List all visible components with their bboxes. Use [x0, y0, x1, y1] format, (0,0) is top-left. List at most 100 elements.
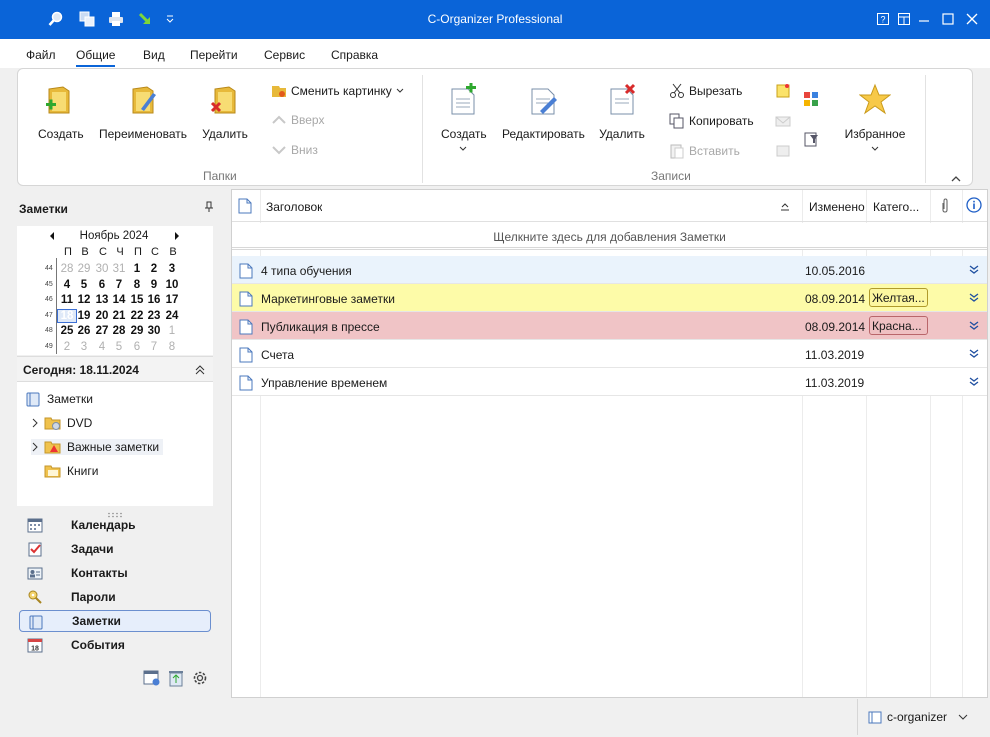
- color-grid-icon[interactable]: [803, 91, 819, 110]
- collapse-ribbon-icon[interactable]: [951, 172, 961, 186]
- menu-go[interactable]: Перейти: [190, 48, 238, 62]
- menu-service[interactable]: Сервис: [264, 48, 305, 62]
- menu-help[interactable]: Справка: [331, 48, 378, 62]
- header-modified[interactable]: Изменено: [809, 200, 865, 214]
- maximize-icon[interactable]: [938, 9, 958, 29]
- calendar-day[interactable]: 7: [145, 341, 163, 353]
- expand-row-icon[interactable]: [969, 293, 979, 303]
- collapse-up-icon[interactable]: [195, 364, 205, 378]
- calendar-day[interactable]: 9: [145, 279, 163, 291]
- calendar-day[interactable]: 29: [128, 325, 146, 337]
- info-icon[interactable]: [966, 197, 982, 216]
- calendar-day[interactable]: 31: [110, 263, 128, 275]
- nav-events[interactable]: 18 События: [19, 634, 211, 656]
- calendar-day[interactable]: 8: [163, 341, 181, 353]
- calendar-day[interactable]: 17: [163, 294, 181, 306]
- calendar-day[interactable]: 26: [75, 325, 93, 337]
- calendar-settings-icon[interactable]: [143, 669, 161, 690]
- nav-calendar[interactable]: Календарь: [19, 514, 211, 536]
- copy-button[interactable]: Копировать: [669, 113, 754, 129]
- note-yellow-icon[interactable]: [775, 83, 791, 102]
- calendar-day[interactable]: 11: [58, 294, 76, 306]
- cut-button[interactable]: Вырезать: [669, 83, 742, 99]
- expand-row-icon[interactable]: [969, 349, 979, 359]
- expand-row-icon[interactable]: [969, 321, 979, 331]
- nav-tasks[interactable]: Задачи: [19, 538, 211, 560]
- calendar-day[interactable]: 14: [110, 294, 128, 306]
- pin-icon[interactable]: [205, 201, 213, 216]
- calendar-day[interactable]: 10: [163, 279, 181, 291]
- nav-passwords[interactable]: Пароли: [19, 586, 211, 608]
- tree-item-important[interactable]: Важные заметки: [31, 439, 164, 455]
- expand-row-icon[interactable]: [969, 377, 979, 387]
- change-picture-button[interactable]: Сменить картинку: [271, 83, 404, 99]
- table-row[interactable]: Управление временем 11.03.2019: [232, 368, 987, 396]
- chevron-right-icon[interactable]: [31, 418, 39, 428]
- calendar-day[interactable]: 28: [110, 325, 128, 337]
- header-category[interactable]: Катего...: [873, 200, 929, 214]
- calendar-day[interactable]: 4: [93, 341, 111, 353]
- calendar-day[interactable]: 30: [145, 325, 163, 337]
- move-down-button[interactable]: Вниз: [271, 143, 318, 157]
- mail-disabled-icon[interactable]: [775, 113, 791, 132]
- document-icon[interactable]: [238, 198, 252, 217]
- menu-general[interactable]: Общие: [76, 48, 116, 67]
- menu-file[interactable]: Файл: [26, 48, 56, 62]
- paste-button[interactable]: Вставить: [669, 143, 740, 159]
- calendar-day[interactable]: 29: [75, 263, 93, 275]
- calendar-day[interactable]: 2: [58, 341, 76, 353]
- nav-contacts[interactable]: Контакты: [19, 562, 211, 584]
- calendar-day[interactable]: 15: [128, 294, 146, 306]
- gear-icon[interactable]: [191, 669, 209, 690]
- calendar-day[interactable]: 22: [128, 310, 146, 322]
- calendar-day[interactable]: 25: [58, 325, 76, 337]
- calendar-day[interactable]: 6: [128, 341, 146, 353]
- calendar-day[interactable]: 24: [163, 310, 181, 322]
- calendar-day[interactable]: 28: [58, 263, 76, 275]
- calendar-day[interactable]: 20: [93, 310, 111, 322]
- tree-item-root[interactable]: Заметки: [25, 391, 93, 407]
- table-row[interactable]: Счета 11.03.2019: [232, 340, 987, 368]
- calendar-day[interactable]: 19: [75, 310, 93, 322]
- calendar-day[interactable]: 4: [58, 279, 76, 291]
- calendar-day[interactable]: 12: [75, 294, 93, 306]
- category-badge[interactable]: Желтая...: [869, 288, 928, 307]
- calendar-day[interactable]: 1: [163, 325, 181, 337]
- layout-icon[interactable]: [894, 9, 914, 29]
- expand-row-icon[interactable]: [969, 265, 979, 275]
- calendar-day[interactable]: 3: [163, 263, 181, 275]
- attachment-icon[interactable]: [940, 198, 950, 217]
- add-note-row[interactable]: Щелкните здесь для добавления Заметки: [232, 223, 987, 250]
- close-icon[interactable]: [962, 9, 982, 29]
- calendar-day[interactable]: 8: [128, 279, 146, 291]
- calendar-day[interactable]: 3: [75, 341, 93, 353]
- calendar-day[interactable]: 13: [93, 294, 111, 306]
- calendar-day[interactable]: 5: [110, 341, 128, 353]
- prev-month-icon[interactable]: [48, 230, 56, 244]
- tree-item-dvd[interactable]: DVD: [31, 415, 92, 431]
- menu-view[interactable]: Вид: [143, 48, 165, 62]
- calendar-day[interactable]: 2: [145, 263, 163, 275]
- calendar-day[interactable]: 16: [145, 294, 163, 306]
- tree-item-books[interactable]: Книги: [44, 463, 98, 479]
- calendar-day[interactable]: 21: [110, 310, 128, 322]
- calendar-day[interactable]: 7: [110, 279, 128, 291]
- filter-icon[interactable]: [803, 131, 819, 150]
- header-title[interactable]: Заголовок: [266, 200, 322, 214]
- move-up-button[interactable]: Вверх: [271, 113, 324, 127]
- calendar-day[interactable]: 1: [128, 263, 146, 275]
- calendar-day[interactable]: 23: [145, 310, 163, 322]
- calendar-day[interactable]: 30: [93, 263, 111, 275]
- calendar-day[interactable]: 27: [93, 325, 111, 337]
- table-row[interactable]: Маркетинговые заметки 08.09.2014 Желтая...: [232, 284, 987, 312]
- sort-icon[interactable]: [780, 201, 790, 215]
- today-bar[interactable]: Сегодня: 18.11.2024: [17, 356, 213, 382]
- category-badge[interactable]: Красна...: [869, 316, 928, 335]
- folder-rename-button[interactable]: Переименовать: [98, 83, 188, 141]
- folder-create-button[interactable]: Создать: [38, 83, 84, 141]
- minimize-icon[interactable]: [914, 9, 934, 29]
- calendar-day[interactable]: 6: [93, 279, 111, 291]
- calendar-day-today[interactable]: 18: [57, 308, 77, 323]
- record-delete-button[interactable]: Удалить: [599, 83, 645, 141]
- table-row[interactable]: Публикация в прессе 08.09.2014 Красна...: [232, 312, 987, 340]
